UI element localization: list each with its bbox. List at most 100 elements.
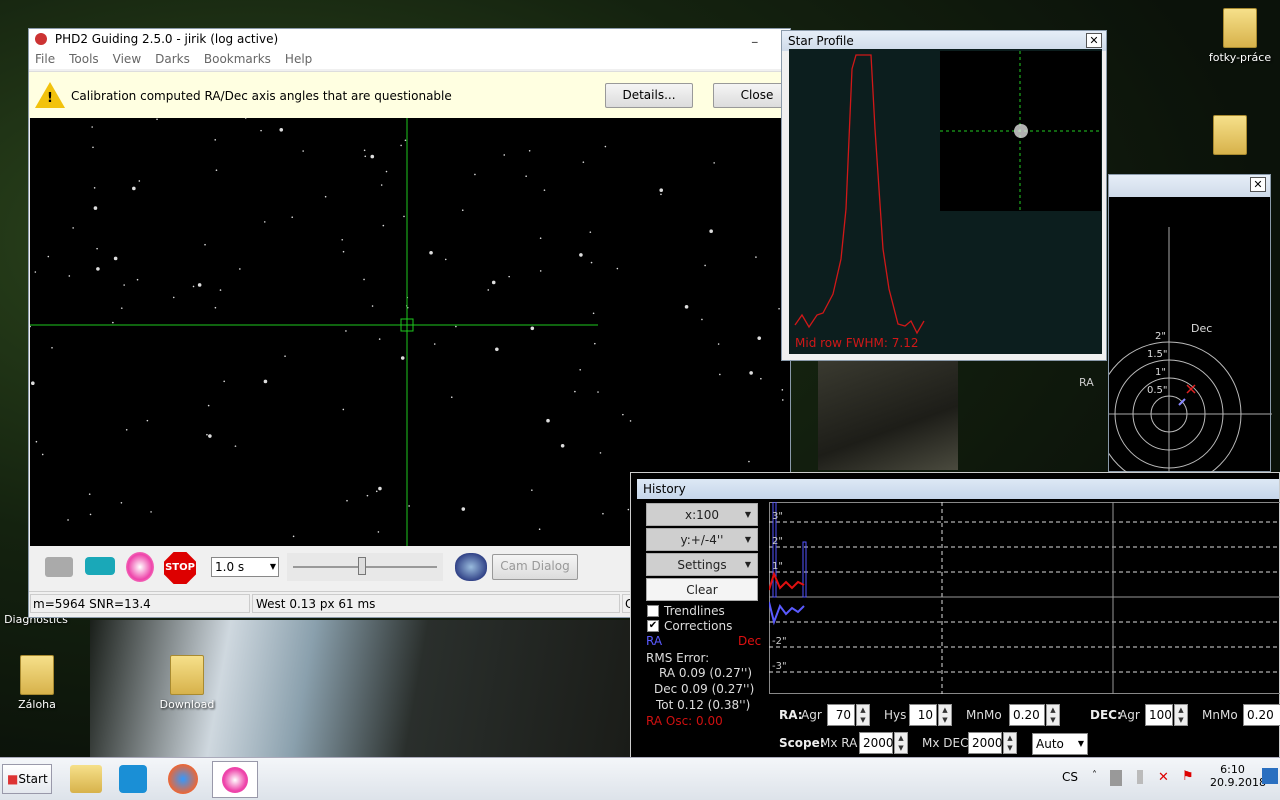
mxdec-spinner[interactable]: ▲ ▼ <box>1003 732 1017 754</box>
menu-bookmarks[interactable]: Bookmarks <box>204 52 271 66</box>
history-graph <box>769 502 1280 694</box>
star <box>597 391 599 393</box>
x-scale-dropdown[interactable]: x:100 ▼ <box>646 503 758 526</box>
alert-bar: ! Calibration computed RA/Dec axis angle… <box>29 71 801 118</box>
camera-icon[interactable] <box>45 557 73 577</box>
menu-view[interactable]: View <box>113 52 141 66</box>
star <box>72 227 74 229</box>
star-profile-title-bar: Star Profile ✕ <box>782 31 1106 51</box>
menu-file[interactable]: File <box>35 52 55 66</box>
date: 20.9.2018 <box>1210 776 1266 789</box>
show-hidden-icons[interactable]: ˄ <box>1092 770 1097 781</box>
star <box>709 229 713 233</box>
star <box>91 126 93 128</box>
firefox-taskbar-icon[interactable] <box>168 764 198 794</box>
volume-icon[interactable] <box>1137 770 1143 784</box>
star <box>292 535 295 538</box>
star <box>684 305 689 309</box>
mxra-input[interactable]: 2000 <box>859 732 894 754</box>
star <box>92 146 94 149</box>
dec-mnmo-input[interactable]: 0.20 <box>1243 704 1280 726</box>
phd2-taskbar-button[interactable] <box>212 761 258 798</box>
mxra-spinner[interactable]: ▲ ▼ <box>894 732 908 754</box>
ra-agr-spinner[interactable]: ▲ ▼ <box>856 704 870 726</box>
correction-bar <box>802 541 807 598</box>
grid-lines <box>769 502 1280 694</box>
star <box>491 280 496 285</box>
gamma-slider[interactable] <box>287 553 443 581</box>
desktop-icon-download[interactable]: Download <box>147 655 227 711</box>
mxdec-input[interactable]: 2000 <box>968 732 1003 754</box>
y-scale-dropdown[interactable]: y:+/-4'' ▼ <box>646 528 758 551</box>
desktop-icon-folder[interactable] <box>1190 115 1270 158</box>
ring-label: 0.5" <box>1147 385 1168 396</box>
ra-hys-spinner[interactable]: ▲ ▼ <box>938 704 952 726</box>
explorer-taskbar-icon[interactable] <box>70 765 102 793</box>
desktop-icon-fotky[interactable]: fotky-práce <box>1200 8 1280 64</box>
start-button[interactable]: ■Start <box>2 764 52 794</box>
window-title: PHD2 Guiding 2.5.0 - jirik (log active) <box>54 32 279 46</box>
star <box>366 494 369 497</box>
star <box>120 307 123 309</box>
cam-dialog-button[interactable]: Cam Dialog <box>492 554 578 580</box>
target-title-bar: ✕ <box>1109 175 1270 197</box>
star <box>539 270 542 272</box>
media-player-taskbar-icon[interactable] <box>119 765 147 793</box>
brain-icon[interactable] <box>455 553 487 581</box>
trendlines-label: Trendlines <box>664 604 725 618</box>
star <box>35 440 38 443</box>
menu-tools[interactable]: Tools <box>69 52 99 66</box>
fwhm-label: Mid row FWHM: 7.12 <box>795 336 918 350</box>
clock[interactable]: 6:10 20.9.2018 <box>1210 763 1266 789</box>
star <box>659 188 664 192</box>
star <box>34 271 37 273</box>
star <box>781 399 784 401</box>
star <box>244 117 247 119</box>
menu-help[interactable]: Help <box>285 52 312 66</box>
guide-mode-select[interactable]: Auto ▼ <box>1032 733 1088 755</box>
dec-agr-input[interactable]: 100 <box>1145 704 1173 726</box>
language-indicator[interactable]: CS <box>1062 770 1078 784</box>
minimize-button[interactable]: _ <box>752 30 768 44</box>
star <box>592 312 595 315</box>
stop-icon[interactable]: STOP <box>164 552 196 584</box>
star <box>461 209 464 211</box>
folder-icon <box>170 655 204 695</box>
action-center-icon[interactable]: ⚑ <box>1182 769 1194 784</box>
star <box>474 173 476 176</box>
trendlines-checkbox[interactable] <box>647 605 659 617</box>
corrections-checkbox[interactable]: ✔ <box>647 620 659 632</box>
guide-icon[interactable] <box>126 552 154 582</box>
star <box>345 330 347 332</box>
details-button[interactable]: Details... <box>605 83 693 108</box>
network-disconnected-icon[interactable]: ✕ <box>1158 770 1169 785</box>
star <box>375 490 378 493</box>
star <box>146 419 149 422</box>
settings-dropdown[interactable]: Settings ▼ <box>646 553 758 576</box>
star-profile-title: Star Profile <box>788 34 854 48</box>
star <box>346 499 348 502</box>
ra-agr-input[interactable]: 70 <box>827 704 855 726</box>
power-icon[interactable] <box>1110 770 1122 786</box>
y-label: 2" <box>772 536 783 547</box>
slider-thumb[interactable] <box>357 557 366 575</box>
graph-frame <box>769 502 1280 694</box>
desktop-icon-zaloha[interactable]: Záloha <box>0 655 77 711</box>
star <box>543 189 546 191</box>
ra-mnmo-spinner[interactable]: ▲ ▼ <box>1046 704 1060 726</box>
dec-agr-spinner[interactable]: ▲ ▼ <box>1174 704 1188 726</box>
menu-darks[interactable]: Darks <box>155 52 190 66</box>
show-desktop-button[interactable] <box>1262 768 1278 784</box>
profile-curve <box>794 54 925 335</box>
ra-mnmo-input[interactable]: 0.20 <box>1009 704 1045 726</box>
ra-hys-input[interactable]: 10 <box>909 704 937 726</box>
close-icon[interactable]: ✕ <box>1250 177 1266 192</box>
star <box>93 187 96 189</box>
exposure-value: 1.0 s <box>215 560 245 574</box>
exposure-select[interactable]: 1.0 s ▼ <box>211 557 279 577</box>
phd2-icon <box>222 767 248 793</box>
close-icon[interactable]: ✕ <box>1086 33 1102 48</box>
clear-button[interactable]: Clear <box>646 578 758 601</box>
loop-icon[interactable] <box>85 557 115 575</box>
star <box>748 460 750 463</box>
